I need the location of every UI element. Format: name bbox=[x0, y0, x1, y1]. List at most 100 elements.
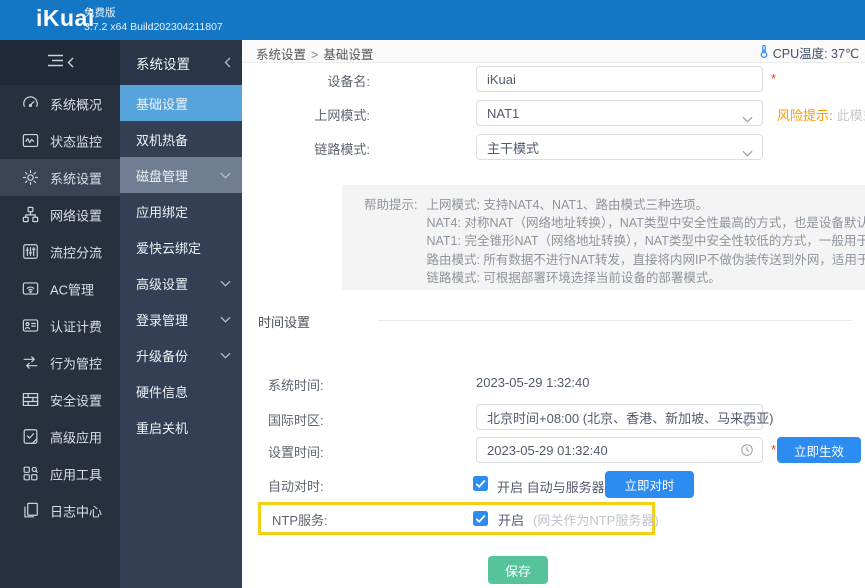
sidebar-item-label: AC管理 bbox=[50, 279, 94, 298]
submenu-item-hardware-info[interactable]: 硬件信息 bbox=[120, 373, 242, 409]
ikuai-admin-window: iKuai 免费版 3.7.2 x64 Build202304211807 系统… bbox=[0, 0, 865, 588]
submenu-items: 基础设置双机热备磁盘管理应用绑定爱快云绑定高级设置登录管理升级备份硬件信息重启关… bbox=[120, 85, 242, 445]
set-time-label: 设置时间: bbox=[268, 442, 324, 461]
chevron-down-icon bbox=[742, 145, 753, 152]
sidebar-collapse-button[interactable] bbox=[0, 40, 120, 85]
save-button[interactable]: 保存 bbox=[488, 556, 548, 584]
submenu-item-upgrade-backup[interactable]: 升级备份 bbox=[120, 337, 242, 373]
submenu-title: 系统设置 bbox=[136, 53, 190, 73]
sidebar-item-status-monitor[interactable]: 状态监控 bbox=[0, 122, 120, 159]
timezone-label: 国际时区: bbox=[268, 410, 324, 429]
sidebar-item-label: 安全设置 bbox=[50, 390, 102, 409]
submenu-item-app-binding[interactable]: 应用绑定 bbox=[120, 193, 242, 229]
sidebar-item-label: 流控分流 bbox=[50, 242, 102, 261]
device-name-input[interactable] bbox=[476, 66, 763, 92]
sidebar-item-behavior-control[interactable]: 行为管控 bbox=[0, 344, 120, 381]
top-bar: iKuai 免费版 3.7.2 x64 Build202304211807 bbox=[0, 0, 865, 40]
sidebar-item-system-overview[interactable]: 系统概况 bbox=[0, 85, 120, 122]
system-time-value: 2023-05-29 1:32:40 bbox=[476, 375, 589, 390]
content-area: 系统设置>基础设置 CPU温度: 37℃ 设备名: * 上网模式: NAT1 风… bbox=[242, 40, 865, 588]
ntp-hint-text: (网关作为NTP服务器) bbox=[533, 510, 659, 529]
submenu-item-label: 高级设置 bbox=[136, 274, 188, 293]
clock-icon[interactable] bbox=[740, 443, 754, 457]
breadcrumb-bar: 系统设置>基础设置 CPU温度: 37℃ bbox=[242, 40, 865, 63]
ntp-service-checkbox[interactable] bbox=[473, 511, 488, 526]
sidebar-item-network-settings[interactable]: 网络设置 bbox=[0, 196, 120, 233]
sidebar-item-flow-control[interactable]: 流控分流 bbox=[0, 233, 120, 270]
ntp-checkbox-text: 开启 bbox=[498, 510, 524, 529]
chevron-down-icon bbox=[220, 352, 231, 359]
device-name-label: 设备名: bbox=[250, 71, 370, 90]
submenu-item-label: 基础设置 bbox=[136, 94, 188, 113]
risk-warning: 风险提示:此模式下网 bbox=[777, 105, 865, 124]
breadcrumb: 系统设置>基础设置 bbox=[256, 44, 373, 63]
submenu-item-label: 磁盘管理 bbox=[136, 166, 188, 185]
timezone-select[interactable]: 北京时间+08:00 (北京、香港、新加坡、马来西亚) bbox=[476, 404, 763, 430]
apply-now-button[interactable]: 立即生效 bbox=[777, 437, 861, 463]
sidebar-item-auth-billing[interactable]: 认证计费 bbox=[0, 307, 120, 344]
submenu-panel: 系统设置 基础设置双机热备磁盘管理应用绑定爱快云绑定高级设置登录管理升级备份硬件… bbox=[120, 40, 242, 588]
chevron-down-icon bbox=[220, 172, 231, 179]
auto-sync-label: 自动对时: bbox=[268, 476, 324, 495]
submenu-item-disk-management[interactable]: 磁盘管理 bbox=[120, 157, 242, 193]
sidebar-item-advanced-apps[interactable]: 高级应用 bbox=[0, 418, 120, 455]
sidebar-item-label: 高级应用 bbox=[50, 427, 102, 446]
sidebar-item-label: 系统设置 bbox=[50, 168, 102, 187]
build-label: 3.7.2 x64 Build202304211807 bbox=[84, 20, 223, 34]
risk-warning-label[interactable]: 风险提示: bbox=[777, 108, 833, 123]
wifi-icon bbox=[21, 279, 40, 298]
sidebar-item-label: 认证计费 bbox=[50, 316, 102, 335]
submenu-item-restart-shutdown[interactable]: 重启关机 bbox=[120, 409, 242, 445]
ntp-highlight-box: NTP服务: 开启 (网关作为NTP服务器) bbox=[258, 502, 655, 535]
set-time-input[interactable] bbox=[476, 437, 763, 463]
sidebar-item-system-settings[interactable]: 系统设置 bbox=[0, 159, 120, 196]
wan-mode-value: NAT1 bbox=[487, 106, 519, 121]
sidebar-item-security-settings[interactable]: 安全设置 bbox=[0, 381, 120, 418]
submenu-item-dual-hot-standby[interactable]: 双机热备 bbox=[120, 121, 242, 157]
chevron-down-icon bbox=[220, 316, 231, 323]
sidebar-item-log-center[interactable]: 日志中心 bbox=[0, 492, 120, 529]
wan-mode-label: 上网模式: bbox=[250, 105, 370, 124]
chevron-left-icon bbox=[224, 57, 231, 68]
help-tips-box: 帮助提示: 上网模式: 支持NAT4、NAT1、路由模式三种选项。NAT4: 对… bbox=[342, 185, 865, 290]
submenu-item-ikuai-cloud-bind[interactable]: 爱快云绑定 bbox=[120, 229, 242, 265]
network-icon bbox=[21, 205, 40, 224]
system-time-label: 系统时间: bbox=[268, 375, 324, 394]
app-check-icon bbox=[21, 427, 40, 446]
submenu-item-label: 硬件信息 bbox=[136, 382, 188, 401]
link-mode-select[interactable]: 主干模式 bbox=[476, 134, 763, 160]
logs-icon bbox=[21, 501, 40, 520]
auto-sync-checkbox[interactable] bbox=[473, 476, 488, 491]
sidebar-item-label: 网络设置 bbox=[50, 205, 102, 224]
submenu-item-login-management[interactable]: 登录管理 bbox=[120, 301, 242, 337]
submenu-item-label: 升级备份 bbox=[136, 346, 188, 365]
edition-label: 免费版 bbox=[84, 6, 223, 20]
help-line: 上网模式: 支持NAT4、NAT1、路由模式三种选项。 bbox=[426, 196, 865, 214]
submenu-item-basic-settings[interactable]: 基础设置 bbox=[120, 85, 242, 121]
submenu-header[interactable]: 系统设置 bbox=[120, 40, 242, 85]
gear-icon bbox=[21, 168, 40, 187]
chevron-left-icon bbox=[67, 57, 74, 68]
swap-arrows-icon bbox=[21, 353, 40, 372]
time-section-title: 时间设置 bbox=[258, 312, 310, 331]
breadcrumb-item[interactable]: 系统设置 bbox=[256, 48, 306, 62]
wan-mode-select[interactable]: NAT1 bbox=[476, 100, 763, 126]
tools-icon bbox=[21, 464, 40, 483]
sidebar-item-app-tools[interactable]: 应用工具 bbox=[0, 455, 120, 492]
gauge-icon bbox=[21, 94, 40, 113]
sidebar-item-label: 应用工具 bbox=[50, 464, 102, 483]
link-mode-label: 链路模式: bbox=[250, 139, 370, 158]
cpu-temperature: CPU温度: 37℃ bbox=[758, 43, 859, 62]
sidebar-item-label: 状态监控 bbox=[50, 131, 102, 150]
sidebar-item-label: 日志中心 bbox=[50, 501, 102, 520]
sidebar-item-ac-management[interactable]: AC管理 bbox=[0, 270, 120, 307]
link-mode-value: 主干模式 bbox=[487, 138, 539, 157]
submenu-item-advanced-settings[interactable]: 高级设置 bbox=[120, 265, 242, 301]
submenu-item-label: 应用绑定 bbox=[136, 202, 188, 221]
sync-now-button[interactable]: 立即对时 bbox=[605, 471, 694, 498]
help-tips-lines: 上网模式: 支持NAT4、NAT1、路由模式三种选项。NAT4: 对称NAT（网… bbox=[426, 196, 865, 290]
required-asterisk: * bbox=[771, 442, 776, 457]
submenu-item-label: 爱快云绑定 bbox=[136, 238, 201, 257]
firewall-icon bbox=[21, 390, 40, 409]
help-line: 链路模式: 可根据部署环境选择当前设备的部署模式。 bbox=[426, 269, 865, 287]
